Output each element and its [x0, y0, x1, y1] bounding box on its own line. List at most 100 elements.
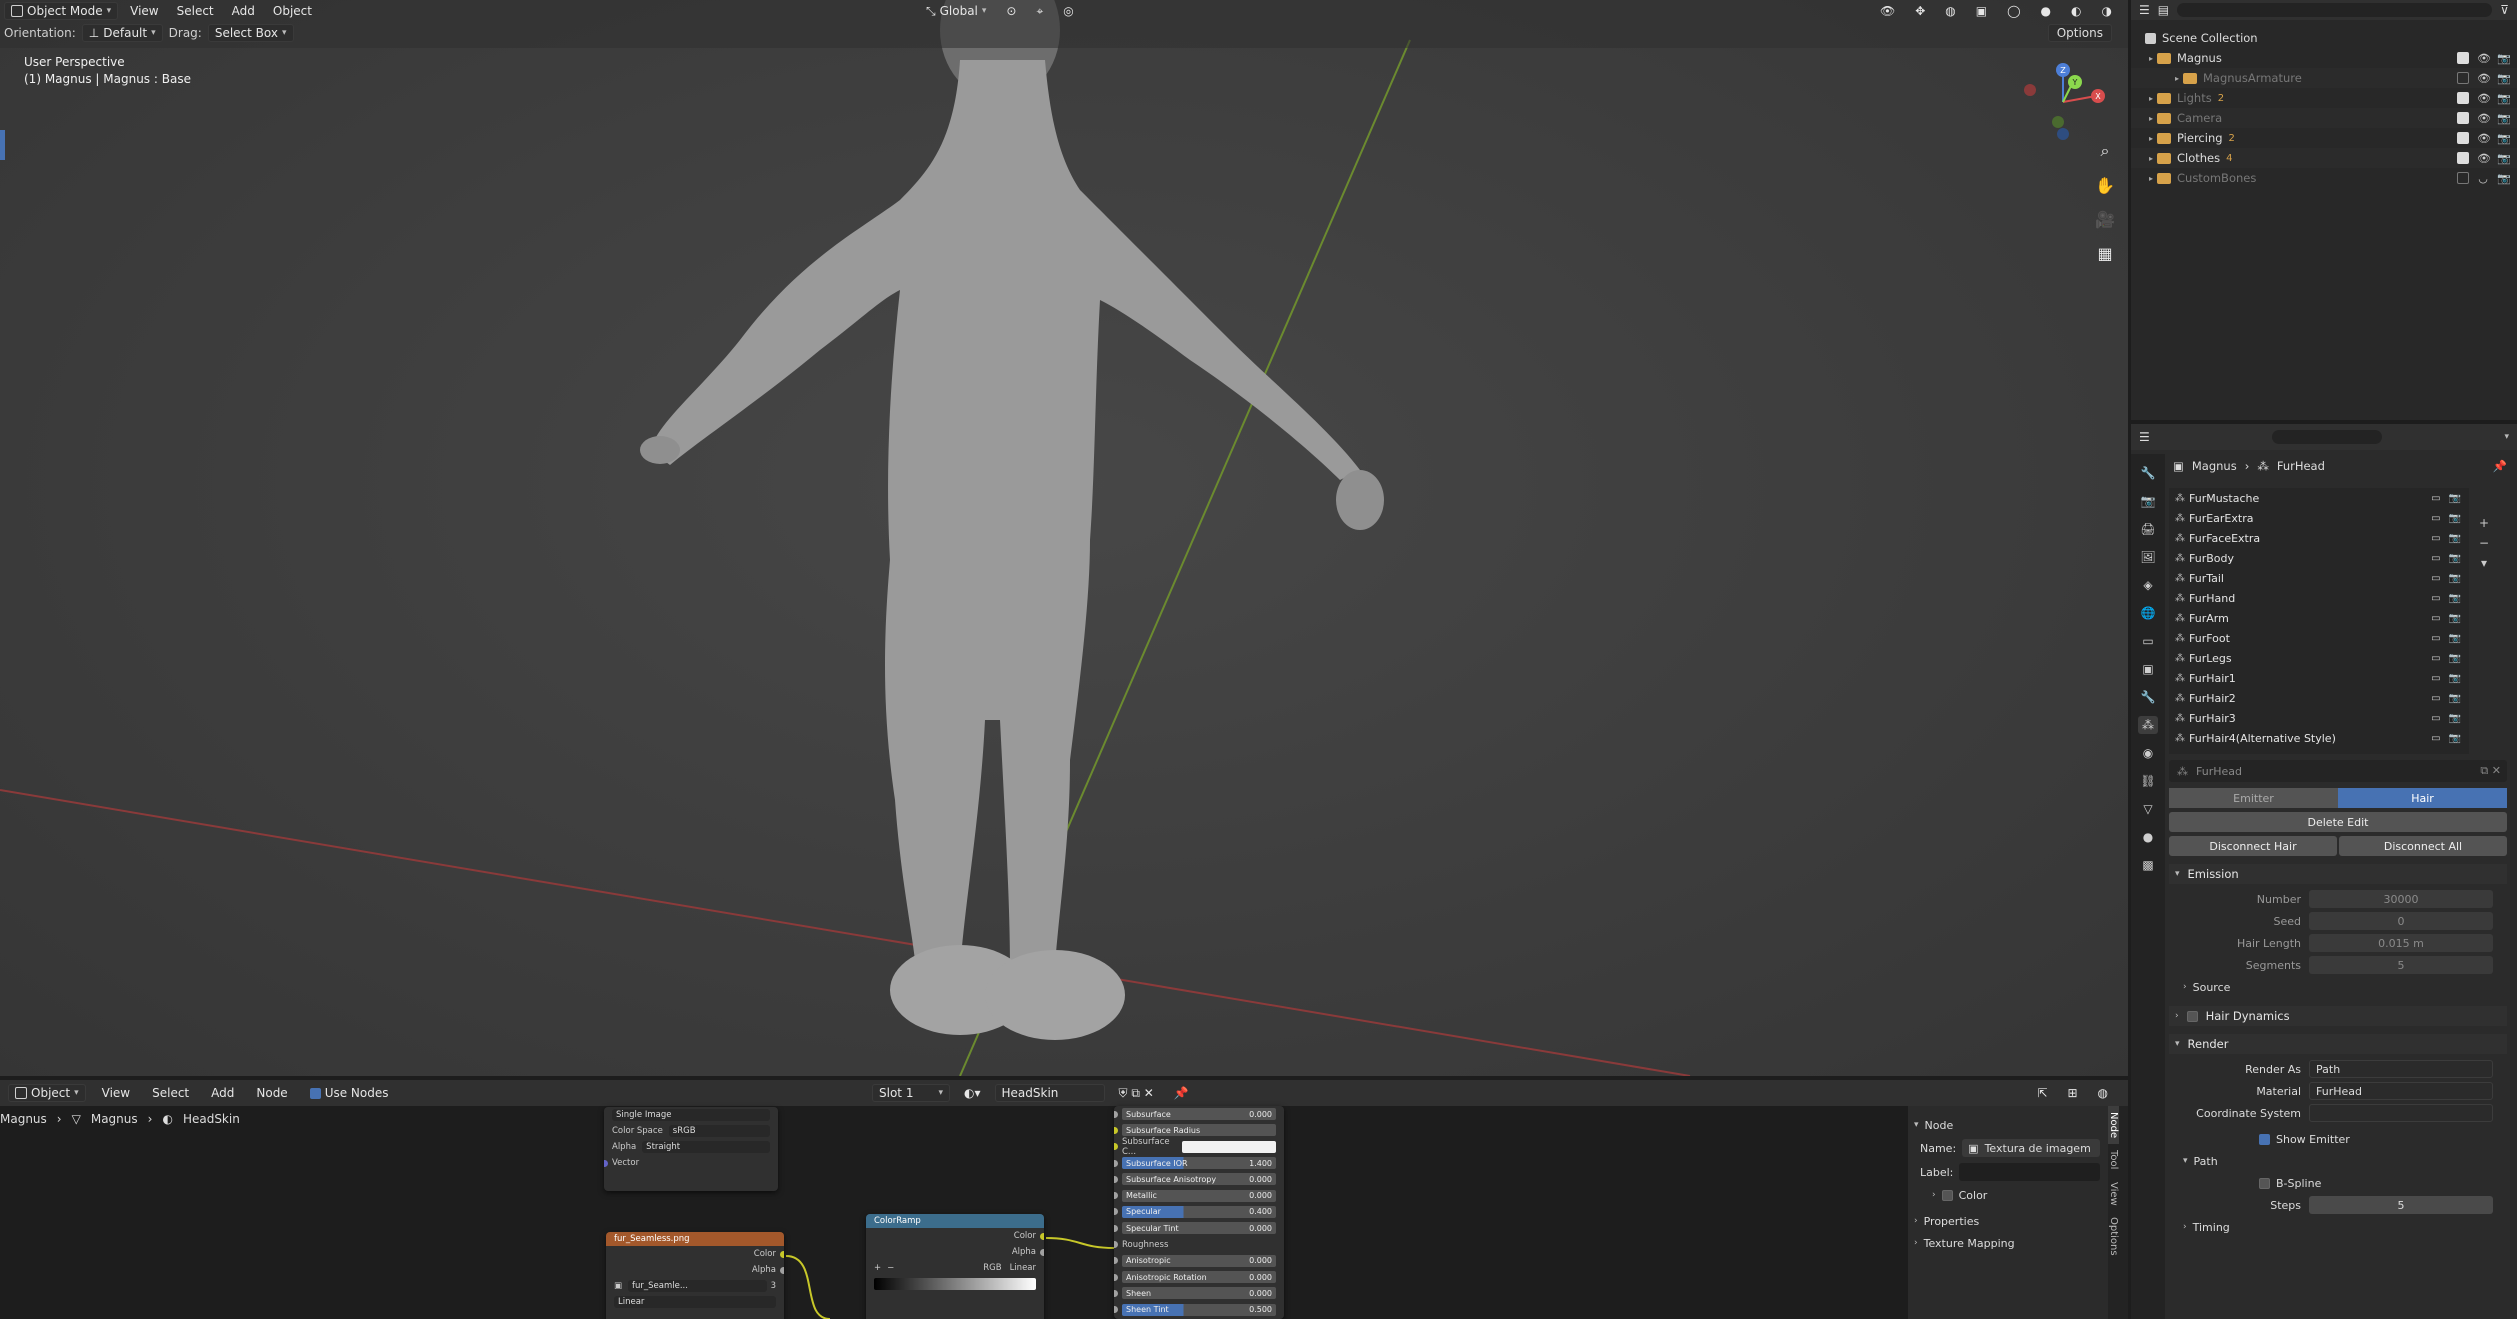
exclude-checkbox[interactable]: [2457, 171, 2469, 184]
viewport-display-icon[interactable]: ▭: [2431, 493, 2440, 504]
coordinate-system-field[interactable]: [2309, 1104, 2493, 1122]
display-mode-icon[interactable]: ▤: [2158, 3, 2169, 17]
orientation-dropdown[interactable]: ⊥ Default ▾: [81, 24, 163, 42]
exclude-checkbox[interactable]: [2457, 51, 2469, 64]
bsdf-input-socket[interactable]: [1114, 1175, 1118, 1183]
particle-system-item[interactable]: ⁂ FurArm ▭ 📷: [2169, 608, 2469, 628]
bsdf-input-slider[interactable]: Metallic 0.000: [1122, 1189, 1276, 1202]
render-camera-icon[interactable]: 📷: [2449, 493, 2461, 504]
shader-node-editor[interactable]: Object ▾ View Select Add Node Use Nodes …: [0, 1080, 2128, 1319]
particle-system-item[interactable]: ⁂ FurTail ▭ 📷: [2169, 568, 2469, 588]
viewport-display-icon[interactable]: ▭: [2431, 613, 2440, 624]
editor-type-icon[interactable]: ☰: [2139, 3, 2150, 17]
render-camera-icon[interactable]: 📷: [2497, 152, 2511, 165]
expand-arrow-icon[interactable]: ▸: [2145, 94, 2157, 103]
filter-icon[interactable]: ⊽: [2500, 3, 2509, 17]
particle-system-item[interactable]: ⁂ FurHair2 ▭ 📷: [2169, 688, 2469, 708]
render-tab-icon[interactable]: 📷: [2138, 492, 2158, 510]
viewport-display-icon[interactable]: ▭: [2431, 633, 2440, 644]
bsdf-input-slider[interactable]: Subsurface 0.000: [1122, 1108, 1276, 1121]
physics-tab-icon[interactable]: ◉: [2138, 744, 2158, 762]
zoom-icon[interactable]: ⌕: [2094, 140, 2116, 162]
outliner-item[interactable]: ▸ CustomBones ◡ 📷: [2131, 168, 2517, 188]
remove-slot-button[interactable]: −: [2475, 536, 2493, 552]
particles-tab-icon[interactable]: ⁂: [2138, 716, 2158, 734]
bsdf-input-socket[interactable]: [1114, 1257, 1118, 1265]
expand-arrow-icon[interactable]: ▸: [2145, 134, 2157, 143]
gizmo-neg-x[interactable]: [2024, 84, 2036, 96]
render-camera-icon[interactable]: 📷: [2449, 533, 2461, 544]
gizmo-neg-y[interactable]: [2052, 116, 2064, 128]
viewport-display-icon[interactable]: ▭: [2431, 513, 2440, 524]
render-panel-header[interactable]: ▾ Render: [2169, 1034, 2507, 1054]
outliner-item[interactable]: ▸ Lights 2 👁 📷: [2131, 88, 2517, 108]
bsdf-input-slider[interactable]: Subsurface IOR 1.400: [1122, 1157, 1276, 1170]
colorramp-color-socket[interactable]: [1040, 1232, 1044, 1240]
render-camera-icon[interactable]: 📷: [2449, 633, 2461, 644]
viewport-display-icon[interactable]: ▭: [2431, 573, 2440, 584]
bsdf-input-slider[interactable]: Sheen Tint 0.500: [1122, 1303, 1276, 1316]
world-tab-icon[interactable]: 🌐: [2138, 604, 2158, 622]
menu-object[interactable]: Object: [267, 3, 318, 19]
bsdf-input-socket[interactable]: [1114, 1126, 1118, 1134]
colorramp-alpha-socket[interactable]: [1040, 1248, 1044, 1256]
render-camera-icon[interactable]: 📷: [2497, 52, 2511, 65]
tool-tab-icon[interactable]: 🔧: [2138, 464, 2158, 482]
bspline-checkbox[interactable]: [2259, 1177, 2270, 1189]
bspline-row[interactable]: B-Spline: [2169, 1172, 2507, 1194]
options-button[interactable]: Options: [2047, 24, 2112, 42]
render-camera-icon[interactable]: 📷: [2449, 553, 2461, 564]
ortho-grid-icon[interactable]: ▦: [2094, 242, 2116, 264]
path-subpanel-header[interactable]: ▾ Path: [2169, 1150, 2507, 1172]
disconnect-hair-button[interactable]: Disconnect Hair: [2169, 836, 2337, 856]
texture-tab-icon[interactable]: ▩: [2138, 856, 2158, 874]
bsdf-input-socket[interactable]: [1114, 1306, 1118, 1314]
texture-interp-dropdown[interactable]: Linear: [614, 1296, 776, 1308]
rendered-shading-icon[interactable]: ◑: [2096, 3, 2118, 19]
bsdf-input-socket[interactable]: [1114, 1224, 1118, 1232]
particle-system-item[interactable]: ⁂ FurBody ▭ 📷: [2169, 548, 2469, 568]
breadcrumb-object[interactable]: Magnus: [2192, 459, 2237, 473]
bsdf-input-slider[interactable]: Specular Tint 0.000: [1122, 1222, 1276, 1235]
menu-select[interactable]: Select: [171, 3, 220, 19]
particle-system-item[interactable]: ⁂ FurHand ▭ 📷: [2169, 588, 2469, 608]
number-field[interactable]: 30000: [2309, 890, 2493, 908]
snap-icon[interactable]: ⌖: [1030, 3, 1049, 20]
editor-type-icon[interactable]: ☰: [2139, 430, 2150, 444]
bsdf-input-socket[interactable]: [1114, 1159, 1118, 1167]
add-stop-icon[interactable]: +: [874, 1263, 881, 1273]
render-camera-icon[interactable]: 📷: [2497, 92, 2511, 105]
render-camera-icon[interactable]: 📷: [2449, 693, 2461, 704]
exclude-checkbox[interactable]: [2457, 151, 2469, 164]
hair-dynamics-panel-header[interactable]: › Hair Dynamics: [2169, 1006, 2507, 1026]
sidebar-tab-tool[interactable]: Tool: [2108, 1144, 2119, 1175]
list-menu-button[interactable]: ▾: [2475, 556, 2493, 572]
emission-panel-header[interactable]: ▾ Emission: [2169, 864, 2507, 884]
expand-arrow-icon[interactable]: ▸: [2145, 114, 2157, 123]
node-panel-header[interactable]: ▾ Node: [1908, 1114, 2128, 1136]
render-camera-icon[interactable]: 📷: [2497, 132, 2511, 145]
bsdf-input-socket[interactable]: [1114, 1110, 1118, 1118]
particle-system-list[interactable]: ⁂ FurMustache ▭ 📷 ⁂ FurEarExtra ▭ 📷 ⁂ FurFaceExtr…: [2169, 488, 2469, 754]
eye-icon[interactable]: ◡: [2477, 172, 2489, 185]
particle-system-item[interactable]: ⁂ FurMustache ▭ 📷: [2169, 488, 2469, 508]
expand-arrow-icon[interactable]: ▸: [2145, 154, 2157, 163]
bsdf-input-slider[interactable]: Sheen 0.000: [1122, 1287, 1276, 1300]
render-camera-icon[interactable]: 📷: [2497, 112, 2511, 125]
node-name-field[interactable]: ▣ Textura de imagem: [1962, 1139, 2100, 1157]
pan-hand-icon[interactable]: ✋: [2094, 174, 2116, 196]
xray-icon[interactable]: ▣: [1970, 3, 1993, 19]
viewport-display-icon[interactable]: ▭: [2431, 693, 2440, 704]
object-tab-icon[interactable]: ▣: [2138, 660, 2158, 678]
colorramp-mode[interactable]: RGB: [983, 1263, 1001, 1273]
pivot-icon[interactable]: ⊙: [1000, 3, 1022, 19]
show-emitter-row[interactable]: Show Emitter: [2169, 1128, 2507, 1150]
constraints-tab-icon[interactable]: ⛓: [2138, 772, 2158, 790]
particle-system-item[interactable]: ⁂ FurEarExtra ▭ 📷: [2169, 508, 2469, 528]
view-layer-tab-icon[interactable]: 🖼: [2138, 548, 2158, 566]
bsdf-input-slider[interactable]: Anisotropic 0.000: [1122, 1254, 1276, 1267]
expand-arrow-icon[interactable]: ▸: [2171, 74, 2183, 83]
color-space-dropdown[interactable]: sRGB: [668, 1125, 770, 1137]
alpha-dropdown[interactable]: Straight: [642, 1141, 770, 1153]
particle-system-item[interactable]: ⁂ FurHair1 ▭ 📷: [2169, 668, 2469, 688]
